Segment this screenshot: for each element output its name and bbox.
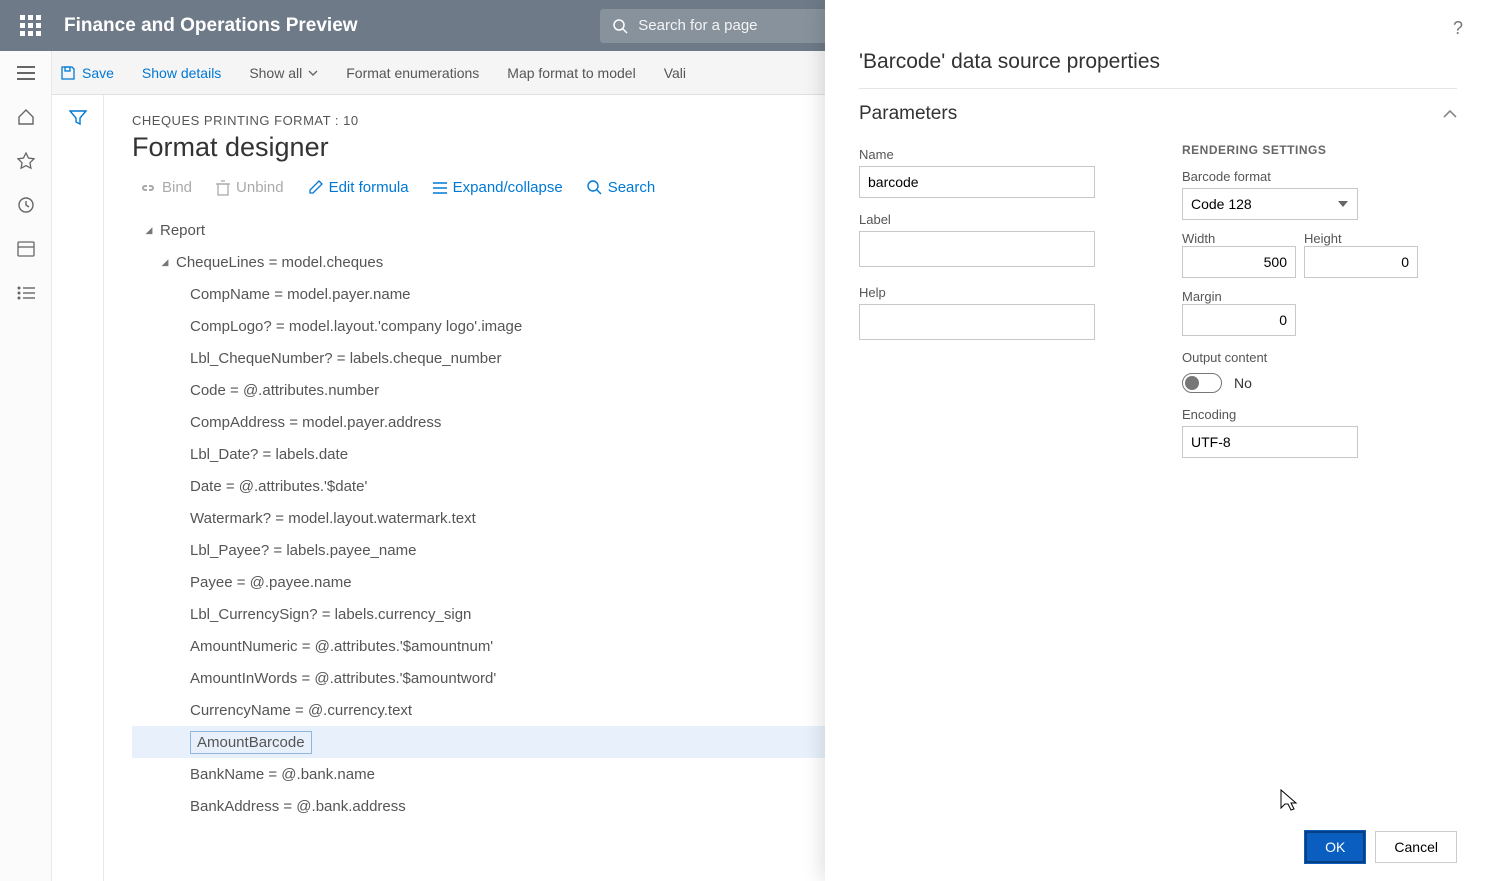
tree-node-label: CompLogo? = model.layout.'company logo'.… — [190, 318, 522, 335]
ok-button[interactable]: OK — [1305, 831, 1365, 863]
caret-icon[interactable] — [158, 257, 172, 268]
properties-panel: ? 'Barcode' data source properties Param… — [825, 0, 1491, 881]
width-label: Width — [1182, 231, 1215, 246]
tree-node-label: Code = @.attributes.number — [190, 382, 379, 399]
panel-title: 'Barcode' data source properties — [859, 50, 1457, 74]
hamburger-icon[interactable] — [16, 63, 36, 83]
waffle-menu[interactable] — [8, 4, 52, 48]
tree-node-label: ChequeLines = model.cheques — [176, 254, 383, 271]
clock-icon[interactable] — [16, 195, 36, 215]
chevron-down-icon — [308, 70, 318, 76]
output-content-value: No — [1234, 375, 1252, 391]
tree-node-label: Date = @.attributes.'$date' — [190, 478, 367, 495]
map-format-button[interactable]: Map format to model — [507, 65, 635, 81]
label-label: Label — [859, 212, 1134, 227]
save-label: Save — [82, 65, 114, 81]
tree-node-label: Lbl_Payee? = labels.payee_name — [190, 542, 416, 559]
barcode-format-select[interactable] — [1182, 188, 1358, 220]
tree-node-label: AmountInWords = @.attributes.'$amountwor… — [190, 670, 496, 687]
tree-node-label: Lbl_ChequeNumber? = labels.cheque_number — [190, 350, 501, 367]
help-icon[interactable]: ? — [1453, 18, 1463, 39]
tree-node-label: Lbl_CurrencySign? = labels.currency_sign — [190, 606, 471, 623]
nav-rail — [0, 51, 52, 881]
form-right-column: RENDERING SETTINGS Barcode format Width … — [1182, 143, 1457, 458]
tree-node-label: Lbl_Date? = labels.date — [190, 446, 348, 463]
output-content-toggle[interactable] — [1182, 373, 1222, 393]
filter-column — [52, 95, 104, 881]
unbind-action: Unbind — [216, 179, 284, 196]
parameters-label: Parameters — [859, 103, 957, 125]
tree-node-label: CompAddress = model.payer.address — [190, 414, 441, 431]
show-all-button[interactable]: Show all — [249, 65, 318, 81]
form-left-column: Name Label Help — [859, 143, 1134, 458]
help-label: Help — [859, 285, 1134, 300]
expand-collapse-action[interactable]: Expand/collapse — [433, 179, 563, 196]
chevron-up-icon — [1443, 110, 1457, 118]
margin-field[interactable] — [1182, 304, 1296, 336]
rendering-settings-header: RENDERING SETTINGS — [1182, 143, 1457, 157]
height-label: Height — [1304, 231, 1342, 246]
tree-node-label: Report — [160, 222, 205, 239]
name-label: Name — [859, 147, 1134, 162]
encoding-label: Encoding — [1182, 407, 1457, 422]
filter-icon[interactable] — [69, 109, 87, 881]
encoding-field[interactable] — [1182, 426, 1358, 458]
cancel-button[interactable]: Cancel — [1375, 831, 1457, 863]
name-field[interactable] — [859, 166, 1095, 198]
format-enumerations-button[interactable]: Format enumerations — [346, 65, 479, 81]
search-action[interactable]: Search — [587, 179, 656, 196]
help-field[interactable] — [859, 304, 1095, 340]
tree-node-label: CurrencyName = @.currency.text — [190, 702, 412, 719]
search-icon — [612, 18, 628, 34]
show-details-button[interactable]: Show details — [142, 65, 221, 81]
width-field[interactable] — [1182, 246, 1296, 278]
tree-node-label: CompName = model.payer.name — [190, 286, 411, 303]
tree-node-label: Watermark? = model.layout.watermark.text — [190, 510, 476, 527]
app-title: Finance and Operations Preview — [64, 15, 358, 37]
parameters-header[interactable]: Parameters — [859, 103, 1457, 125]
tree-node-label: BankName = @.bank.name — [190, 766, 375, 783]
save-button[interactable]: Save — [60, 65, 114, 81]
barcode-format-label: Barcode format — [1182, 169, 1457, 184]
tree-node-label: AmountNumeric = @.attributes.'$amountnum… — [190, 638, 493, 655]
tree-node-label: Payee = @.payee.name — [190, 574, 352, 591]
margin-label: Margin — [1182, 289, 1222, 304]
tree-node-label: AmountBarcode — [190, 731, 312, 754]
star-icon[interactable] — [16, 151, 36, 171]
edit-formula-action[interactable]: Edit formula — [308, 179, 409, 196]
bind-action: Bind — [140, 179, 192, 196]
caret-icon[interactable] — [142, 225, 156, 236]
module-icon[interactable] — [16, 239, 36, 259]
height-field[interactable] — [1304, 246, 1418, 278]
tree-node-label: BankAddress = @.bank.address — [190, 798, 406, 815]
validate-button[interactable]: Vali — [664, 65, 686, 81]
home-icon[interactable] — [16, 107, 36, 127]
list-icon[interactable] — [16, 283, 36, 303]
output-content-label: Output content — [1182, 350, 1457, 365]
label-field[interactable] — [859, 231, 1095, 267]
